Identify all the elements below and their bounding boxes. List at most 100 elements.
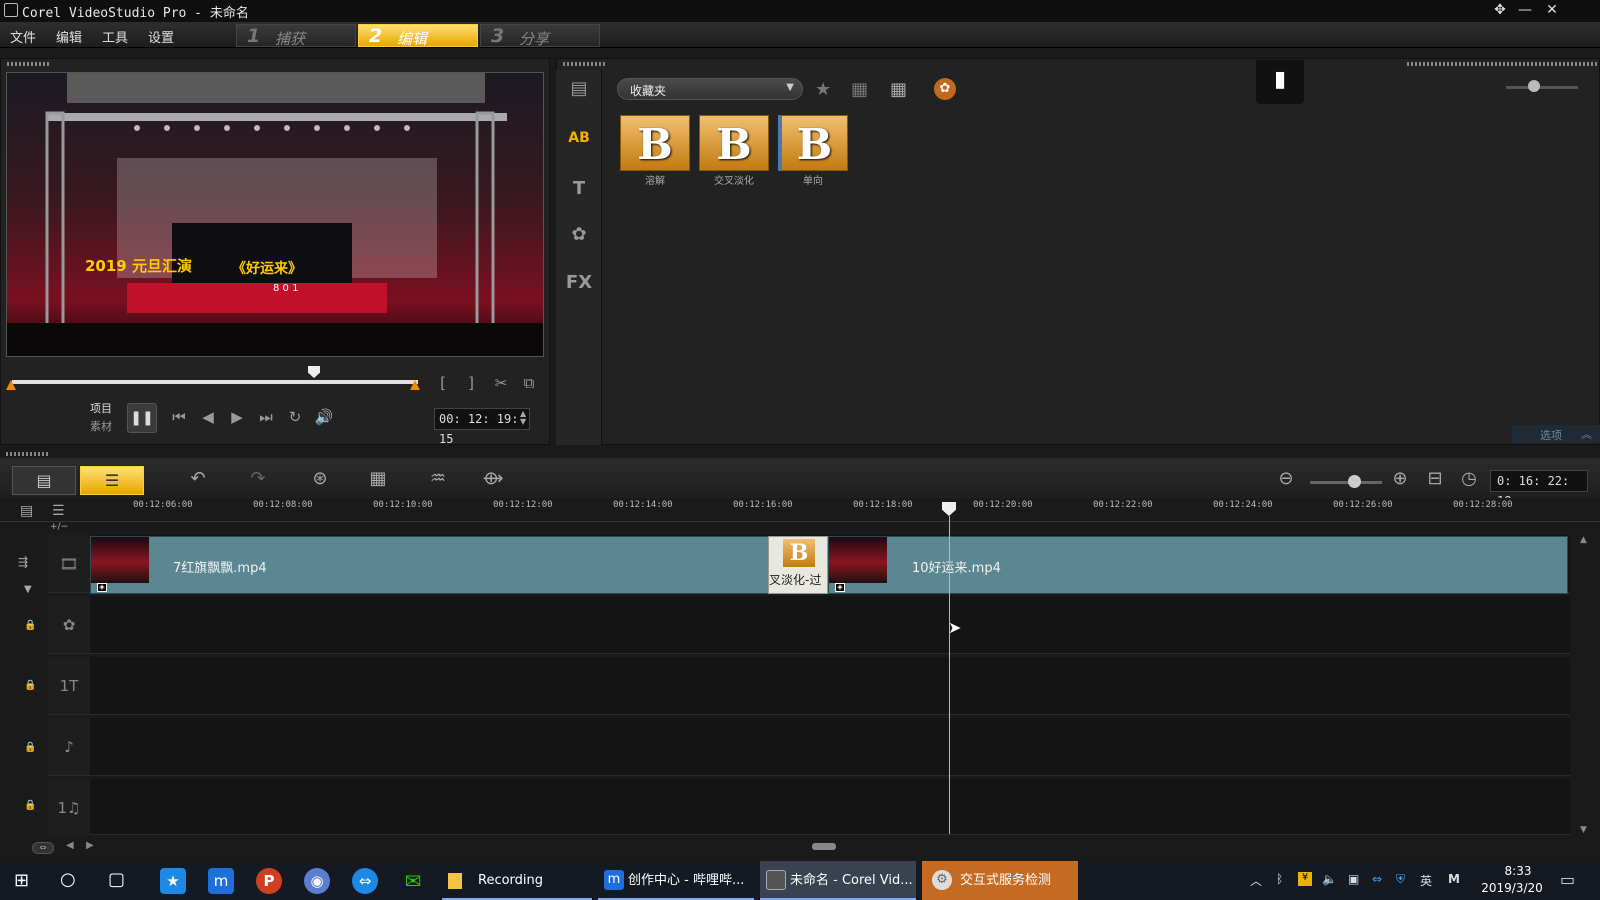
apply-random-icon[interactable]: ▦ xyxy=(851,79,868,100)
music-track-icon[interactable]: 1♫ xyxy=(48,779,90,837)
shield-icon[interactable]: ⛨ xyxy=(1396,872,1405,887)
preview-window[interactable]: 2019 元旦汇演 《好运来》 8 0 1 xyxy=(6,72,544,357)
teamviewer-icon[interactable]: ⇔ xyxy=(352,868,378,894)
scissors-icon[interactable]: ✂ xyxy=(490,374,512,392)
enlarge-icon[interactable]: ⧉ xyxy=(518,374,540,392)
scroll-up-icon[interactable]: ▲ xyxy=(1580,535,1587,545)
panel-grip-right[interactable] xyxy=(1407,62,1597,66)
horizontal-scroll-thumb[interactable] xyxy=(812,843,836,850)
voice-track[interactable] xyxy=(90,718,1570,776)
video-clip-1[interactable]: ◈ 7红旗飘飘.mp4 xyxy=(90,536,770,594)
add-remove-tracks[interactable]: +/− xyxy=(50,522,68,532)
menu-tools[interactable]: 工具 xyxy=(102,27,128,46)
scrubber-track[interactable] xyxy=(12,380,418,384)
clock-time[interactable]: 8:33 xyxy=(1488,864,1548,878)
overlay-track[interactable] xyxy=(90,596,1570,654)
menu-settings[interactable]: 设置 xyxy=(148,27,174,46)
mode-clip[interactable]: 素材 xyxy=(90,418,112,434)
zoom-out-icon[interactable]: ⊖ xyxy=(1271,465,1301,493)
timeline-view-button[interactable]: ☰ xyxy=(80,466,144,495)
vertical-scrollbar[interactable]: ▲ ▼ xyxy=(1578,535,1590,835)
scroll-left-icon[interactable]: ◀ xyxy=(66,840,74,851)
powerpoint-icon[interactable]: P xyxy=(256,868,282,894)
title-icon[interactable]: T xyxy=(562,172,596,206)
fit-icon[interactable]: ⇔ xyxy=(32,842,54,854)
lock-icon[interactable]: 🔒 xyxy=(24,680,36,691)
trim-start-handle[interactable] xyxy=(6,380,16,390)
transition-thumb-dissolve[interactable]: B xyxy=(620,115,690,171)
panel-grip[interactable] xyxy=(7,62,51,66)
fit-project-icon[interactable]: ⊟ xyxy=(1420,465,1450,493)
ime-mode[interactable]: M xyxy=(1448,872,1460,886)
timeline-playhead-line[interactable] xyxy=(949,516,950,834)
transition-thumb-oneway[interactable]: B xyxy=(778,115,848,171)
bluetooth-icon[interactable]: ᛒ xyxy=(1276,872,1283,886)
folder-select[interactable]: 收藏夹 ▼ xyxy=(617,78,803,100)
menu-edit[interactable]: 编辑 xyxy=(56,27,82,46)
trim-end-handle[interactable] xyxy=(410,380,420,390)
tab-capture[interactable]: 1 捕获 xyxy=(236,24,356,48)
settings-icon[interactable]: ✥ xyxy=(1490,2,1510,20)
lock-icon[interactable]: 🔒 xyxy=(24,620,36,631)
transition-thumb-crossfade[interactable]: B xyxy=(699,115,769,171)
video-track-icon[interactable]: 🎞 xyxy=(48,535,90,593)
zoom-in-icon[interactable]: ⊕ xyxy=(1385,465,1415,493)
windows-start-icon[interactable]: ⊞ xyxy=(14,870,29,891)
slider-knob[interactable] xyxy=(1528,80,1540,92)
graphics-icon[interactable]: ✿ xyxy=(562,218,596,252)
transition-clip[interactable]: B 叉淡化-过 xyxy=(768,536,828,594)
video-clip-2[interactable]: ◈ 10好运来.mp4 xyxy=(828,536,1568,594)
zoom-slider-knob[interactable] xyxy=(1348,475,1361,488)
add-to-favorites-icon[interactable]: ★ xyxy=(815,79,831,100)
filter-icon[interactable]: FX xyxy=(562,266,596,300)
network-icon[interactable]: ▣ xyxy=(1348,872,1359,886)
lock-icon[interactable]: 🔒 xyxy=(24,800,36,811)
tray-app-icon[interactable]: ¥ xyxy=(1298,872,1312,886)
lock-icon[interactable]: 🔒 xyxy=(24,742,36,753)
wechat-icon[interactable]: ✉ xyxy=(400,868,426,894)
track-manager-icon[interactable]: ▤ xyxy=(20,503,33,519)
speaker-icon[interactable]: 🔈 xyxy=(1322,872,1337,886)
media-icon[interactable]: ▤ xyxy=(562,72,596,106)
taskbar-interactive-service[interactable]: ⚙ 交互式服务检测 xyxy=(922,861,1078,900)
mixer-icon[interactable]: ▦ xyxy=(363,465,393,493)
scroll-right-icon[interactable]: ▶ xyxy=(86,840,94,851)
panel-grip[interactable] xyxy=(6,452,50,456)
next-frame-icon[interactable]: ▶ xyxy=(226,408,248,426)
taskbar-corel[interactable]: 未命名 - Corel Vid... xyxy=(760,861,916,900)
mode-project[interactable]: 项目 xyxy=(90,400,112,416)
title-track[interactable] xyxy=(90,657,1570,715)
redo-icon[interactable]: ↷ xyxy=(243,465,273,493)
music-track[interactable] xyxy=(90,779,1570,835)
volume-icon[interactable]: 🔊 xyxy=(313,408,335,426)
menu-file[interactable]: 文件 xyxy=(10,27,36,46)
voice-track-icon[interactable]: ♪ xyxy=(48,718,90,776)
zoom-slider[interactable] xyxy=(1310,481,1382,484)
go-to-end-icon[interactable]: ⏭ xyxy=(255,408,277,426)
mark-out-button[interactable]: ] xyxy=(460,374,482,392)
notification-icon[interactable]: ▭ xyxy=(1560,870,1575,889)
auto-music-icon[interactable]: ♒ xyxy=(423,465,453,493)
minimize-button[interactable]: — xyxy=(1515,2,1535,20)
taskbar-recording[interactable]: Recording xyxy=(442,861,592,900)
chapter-list-icon[interactable]: ☰ xyxy=(52,503,65,519)
repeat-icon[interactable]: ↻ xyxy=(284,408,306,426)
transition-icon[interactable]: AB xyxy=(562,121,596,155)
thumbnail-size-slider[interactable] xyxy=(1506,86,1578,89)
options-button[interactable]: 选项 ︽ xyxy=(1512,425,1600,443)
scroll-down-icon[interactable]: ▼ xyxy=(1580,825,1587,835)
close-button[interactable]: ✕ xyxy=(1542,2,1562,20)
go-to-start-icon[interactable]: ⏮ xyxy=(168,408,190,426)
browser-icon[interactable]: ◉ xyxy=(304,868,330,894)
tray-chevron-up-icon[interactable]: ︿ xyxy=(1250,872,1262,889)
task-view-icon[interactable]: ▢ xyxy=(108,869,125,890)
star-app-icon[interactable]: ★ xyxy=(160,868,186,894)
teamviewer-tray-icon[interactable]: ⇔ xyxy=(1372,872,1382,886)
get-more-icon[interactable]: ✿ xyxy=(934,78,956,100)
ripple-edit-icon[interactable]: ⇶ xyxy=(18,555,28,569)
pause-button[interactable]: ❚❚ xyxy=(127,403,157,433)
apply-current-icon[interactable]: ▦ xyxy=(890,79,907,100)
ime-language[interactable]: 英 xyxy=(1420,872,1432,889)
chevron-down-icon[interactable]: ▼ xyxy=(24,584,32,595)
title-track-icon[interactable]: 1T xyxy=(48,657,90,715)
